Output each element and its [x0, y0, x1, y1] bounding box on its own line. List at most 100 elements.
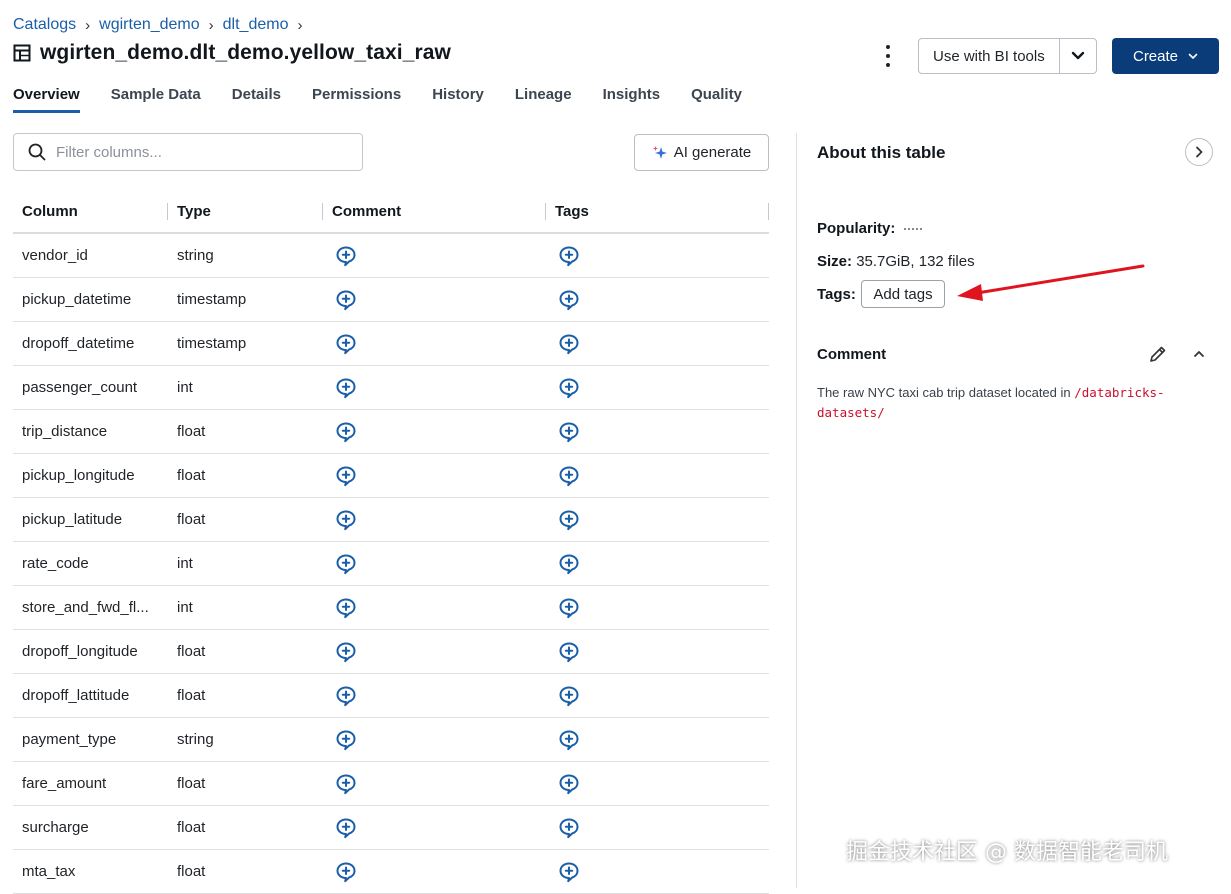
search-icon	[28, 143, 46, 161]
column-name: payment_type	[22, 731, 117, 748]
chevron-right-icon	[1196, 146, 1203, 158]
add-comment-icon[interactable]	[335, 421, 357, 443]
more-options-icon[interactable]	[879, 45, 897, 67]
column-header-tags[interactable]: Tags	[546, 202, 769, 220]
ai-generate-button[interactable]: AI generate	[634, 134, 769, 171]
comment-cell	[323, 289, 546, 311]
tab-details[interactable]: Details	[232, 86, 281, 113]
size-label: Size:	[817, 253, 853, 270]
table-row[interactable]: pickup_datetime timestamp	[13, 278, 769, 322]
add-tags-button[interactable]: Add tags	[861, 280, 945, 308]
add-comment-icon[interactable]	[335, 729, 357, 751]
add-comment-icon[interactable]	[335, 773, 357, 795]
use-with-bi-tools-button[interactable]: Use with BI tools	[919, 39, 1059, 73]
table-row[interactable]: dropoff_longitude float	[13, 630, 769, 674]
tags-cell	[546, 509, 769, 531]
popularity-indicator	[903, 228, 922, 231]
tab-insights[interactable]: Insights	[603, 86, 661, 113]
add-tag-icon[interactable]	[558, 773, 580, 795]
comment-cell	[323, 597, 546, 619]
table-row[interactable]: pickup_latitude float	[13, 498, 769, 542]
table-row[interactable]: passenger_count int	[13, 366, 769, 410]
column-name: surcharge	[22, 819, 89, 836]
table-row[interactable]: surcharge float	[13, 806, 769, 850]
add-tag-icon[interactable]	[558, 861, 580, 883]
add-tag-icon[interactable]	[558, 729, 580, 751]
column-name: dropoff_datetime	[22, 335, 135, 352]
column-type: timestamp	[177, 291, 247, 308]
breadcrumb-catalog[interactable]: wgirten_demo	[99, 16, 200, 34]
breadcrumb-catalogs[interactable]: Catalogs	[13, 16, 76, 34]
add-comment-icon[interactable]	[335, 685, 357, 707]
tab-sample-data[interactable]: Sample Data	[111, 86, 201, 113]
chevron-up-icon[interactable]	[1191, 346, 1207, 362]
tab-permissions[interactable]: Permissions	[312, 86, 401, 113]
breadcrumb-schema[interactable]: dlt_demo	[223, 16, 289, 34]
column-name: pickup_datetime	[22, 291, 132, 308]
watermark: 掘金技术社区 @ 数据智能老司机	[846, 840, 1168, 865]
table-row[interactable]: mta_tax float	[13, 850, 769, 894]
tab-overview[interactable]: Overview	[13, 86, 80, 113]
add-tag-icon[interactable]	[558, 553, 580, 575]
collapse-panel-button[interactable]	[1185, 138, 1213, 166]
add-tag-icon[interactable]	[558, 465, 580, 487]
column-name: store_and_fwd_fl...	[22, 599, 149, 616]
add-comment-icon[interactable]	[335, 553, 357, 575]
edit-icon[interactable]	[1148, 344, 1168, 364]
comment-text: The raw NYC taxi cab trip dataset locate…	[817, 383, 1217, 423]
add-comment-icon[interactable]	[335, 289, 357, 311]
tags-cell	[546, 729, 769, 751]
table-row[interactable]: dropoff_datetime timestamp	[13, 322, 769, 366]
tags-row: Tags:	[817, 286, 856, 303]
filter-columns-input[interactable]	[54, 142, 348, 162]
comment-cell	[323, 333, 546, 355]
table-row[interactable]: rate_code int	[13, 542, 769, 586]
tags-cell	[546, 245, 769, 267]
bi-tools-dropdown-button[interactable]	[1058, 39, 1096, 73]
table-row[interactable]: trip_distance float	[13, 410, 769, 454]
breadcrumb-separator: ›	[208, 16, 214, 34]
column-type: timestamp	[177, 335, 247, 352]
add-tag-icon[interactable]	[558, 289, 580, 311]
column-header-column[interactable]: Column	[13, 202, 168, 220]
add-comment-icon[interactable]	[335, 817, 357, 839]
tab-quality[interactable]: Quality	[691, 86, 742, 113]
add-tag-icon[interactable]	[558, 333, 580, 355]
table-row[interactable]: vendor_id string	[13, 234, 769, 278]
tab-lineage[interactable]: Lineage	[515, 86, 572, 113]
table-row[interactable]: payment_type string	[13, 718, 769, 762]
table-row[interactable]: pickup_longitude float	[13, 454, 769, 498]
table-row[interactable]: dropoff_lattitude float	[13, 674, 769, 718]
add-tag-icon[interactable]	[558, 421, 580, 443]
create-button[interactable]: Create	[1112, 38, 1219, 74]
add-tag-icon[interactable]	[558, 817, 580, 839]
column-type: string	[177, 247, 214, 264]
add-comment-icon[interactable]	[335, 861, 357, 883]
add-tag-icon[interactable]	[558, 245, 580, 267]
add-tag-icon[interactable]	[558, 597, 580, 619]
add-tag-icon[interactable]	[558, 685, 580, 707]
column-name: passenger_count	[22, 379, 138, 396]
add-comment-icon[interactable]	[335, 597, 357, 619]
add-comment-icon[interactable]	[335, 377, 357, 399]
column-name: pickup_longitude	[22, 467, 135, 484]
add-comment-icon[interactable]	[335, 509, 357, 531]
column-type: float	[177, 687, 206, 704]
add-comment-icon[interactable]	[335, 641, 357, 663]
column-name: dropoff_lattitude	[22, 687, 130, 704]
add-comment-icon[interactable]	[335, 465, 357, 487]
add-tag-icon[interactable]	[558, 509, 580, 531]
column-type: float	[177, 819, 206, 836]
table-row[interactable]: store_and_fwd_fl... int	[13, 586, 769, 630]
add-tag-icon[interactable]	[558, 641, 580, 663]
add-comment-icon[interactable]	[335, 245, 357, 267]
table-row[interactable]: fare_amount float	[13, 762, 769, 806]
tags-cell	[546, 861, 769, 883]
column-header-type[interactable]: Type	[168, 202, 323, 220]
add-comment-icon[interactable]	[335, 333, 357, 355]
tab-history[interactable]: History	[432, 86, 484, 113]
column-header-comment[interactable]: Comment	[323, 202, 546, 220]
breadcrumb-separator: ›	[85, 16, 91, 34]
add-tag-icon[interactable]	[558, 377, 580, 399]
tab-bar: Overview Sample Data Details Permissions…	[13, 86, 773, 113]
